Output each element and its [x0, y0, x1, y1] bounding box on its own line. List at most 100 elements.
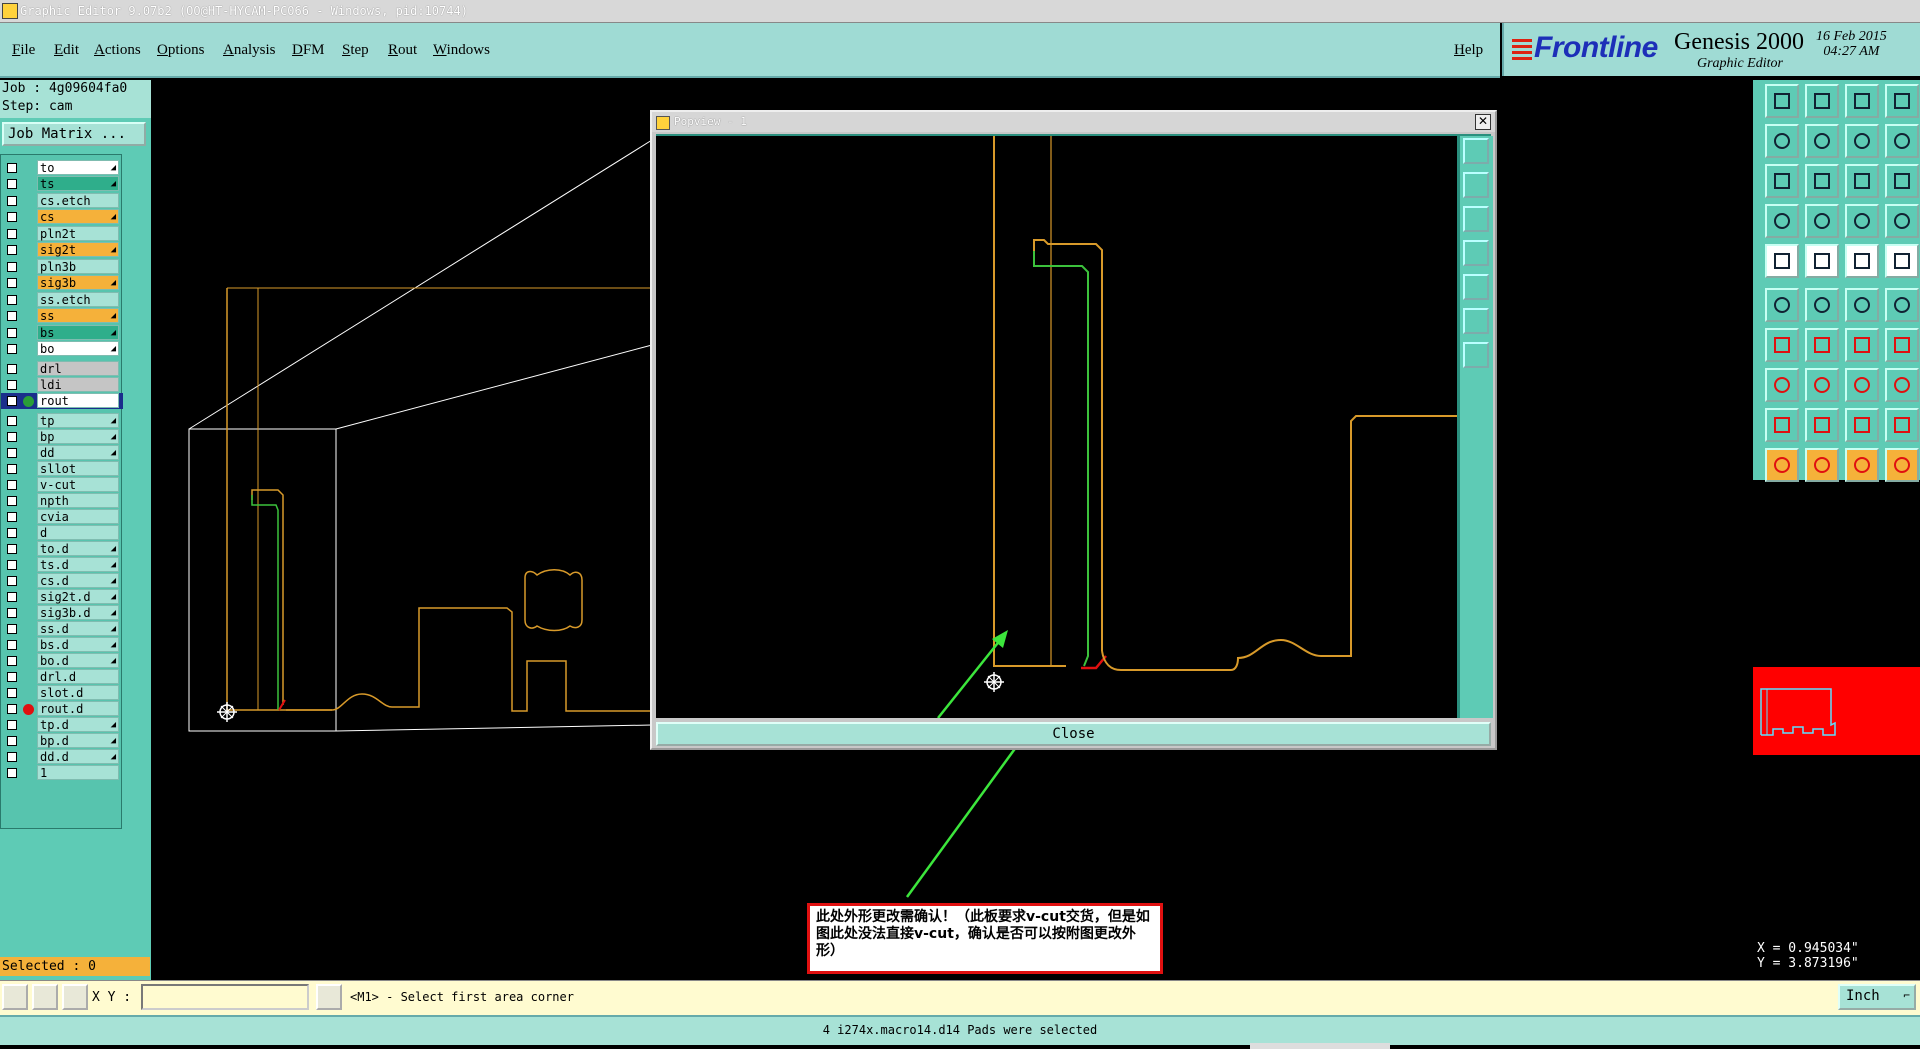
zoom-window-icon[interactable]	[1463, 138, 1489, 164]
route-alt-icon[interactable]	[1885, 204, 1919, 238]
layer-checkbox[interactable]	[7, 592, 17, 602]
layer-row[interactable]: rout.d	[1, 701, 123, 717]
layer-checkbox[interactable]	[7, 512, 17, 522]
layer-checkbox[interactable]	[7, 245, 17, 255]
layer-checkbox[interactable]	[7, 576, 17, 586]
duplicate-icon[interactable]	[1885, 368, 1919, 402]
zoom-in-icon[interactable]	[1463, 172, 1489, 198]
layer-name[interactable]: pln3b	[37, 259, 119, 274]
triangle-alt-icon[interactable]	[1805, 408, 1839, 442]
help-icon[interactable]	[1885, 164, 1919, 198]
layer-checkbox[interactable]	[7, 736, 17, 746]
layer-checkbox[interactable]	[7, 364, 17, 374]
zoom-home-icon[interactable]	[1463, 308, 1489, 334]
line-icon[interactable]	[1805, 244, 1839, 278]
arc-icon[interactable]	[1845, 328, 1879, 362]
layer-row[interactable]: bo ◢	[1, 341, 123, 357]
layer-row[interactable]: tp ◢	[1, 413, 123, 429]
layer-checkbox[interactable]	[7, 640, 17, 650]
layer-row[interactable]: sig2t ◢	[1, 242, 123, 258]
layer-name[interactable]: to ◢	[37, 160, 119, 175]
layer-name[interactable]: sig2t ◢	[37, 242, 119, 257]
layer-name[interactable]: 1	[37, 765, 119, 780]
layer-row[interactable]: cvia	[1, 509, 123, 525]
overview-minimap[interactable]	[1753, 667, 1920, 755]
layer-row[interactable]: sig3b.d ◢	[1, 605, 123, 621]
point-icon[interactable]	[1885, 244, 1919, 278]
layer-checkbox[interactable]	[7, 416, 17, 426]
pan-icon[interactable]	[1805, 164, 1839, 198]
layer-name[interactable]: bp ◢	[37, 429, 119, 444]
layer-row[interactable]: ss.d ◢	[1, 621, 123, 637]
layer-row[interactable]: pln3b	[1, 259, 123, 275]
layer-row[interactable]: bo.d ◢	[1, 653, 123, 669]
layer-name[interactable]: ss ◢	[37, 308, 119, 323]
layer-name[interactable]: v-cut	[37, 477, 119, 492]
layer-row[interactable]: to.d ◢	[1, 541, 123, 557]
home-icon[interactable]	[1845, 84, 1879, 118]
layer-checkbox[interactable]	[7, 768, 17, 778]
scale-icon[interactable]	[1845, 164, 1879, 198]
layer-checkbox[interactable]	[7, 704, 17, 714]
layer-row[interactable]: dd ◢	[1, 445, 123, 461]
split-icon[interactable]	[1805, 368, 1839, 402]
snap-icon[interactable]	[1885, 124, 1919, 158]
layer-row[interactable]: rout	[1, 393, 123, 409]
layer-name[interactable]: sig3b.d ◢	[37, 605, 119, 620]
layer-name[interactable]: sllot	[37, 461, 119, 476]
popview-close-button[interactable]: Close	[656, 722, 1491, 746]
layer-checkbox[interactable]	[7, 432, 17, 442]
layer-checkbox[interactable]	[7, 328, 17, 338]
zoom-fit-icon[interactable]	[1765, 164, 1799, 198]
popview-close-icon[interactable]: ✕	[1475, 114, 1491, 130]
triangle-icon[interactable]	[1765, 408, 1799, 442]
layer-row[interactable]: pln2t	[1, 226, 123, 242]
layer-row[interactable]: bp.d ◢	[1, 733, 123, 749]
menu-file[interactable]: File	[12, 42, 35, 59]
layer-row[interactable]: v-cut	[1, 477, 123, 493]
layer-name[interactable]: bo ◢	[37, 341, 119, 356]
layer-name[interactable]: bs.d ◢	[37, 637, 119, 652]
layer-checkbox[interactable]	[7, 608, 17, 618]
info-icon[interactable]	[316, 984, 342, 1010]
open-icon[interactable]	[1805, 84, 1839, 118]
properties-icon[interactable]	[1765, 204, 1799, 238]
pointer-rotate-icon[interactable]	[1845, 448, 1879, 482]
prev-icon[interactable]	[1765, 124, 1799, 158]
layer-name[interactable]: ldi	[37, 377, 119, 392]
layer-row[interactable]: ss ◢	[1, 308, 123, 324]
layer-row[interactable]: cs.etch	[1, 193, 123, 209]
slope-icon[interactable]	[1805, 328, 1839, 362]
layer-row[interactable]: 1	[1, 765, 123, 781]
job-matrix-button[interactable]: Job Matrix ...	[2, 122, 146, 146]
layer-name[interactable]: slot.d	[37, 685, 119, 700]
pan-right-icon[interactable]	[1463, 274, 1489, 300]
layer-row[interactable]: ts ◢	[1, 176, 123, 192]
delete-node-icon[interactable]	[1805, 288, 1839, 322]
layer-checkbox[interactable]	[7, 262, 17, 272]
select-mode-icon[interactable]	[2, 984, 28, 1010]
layer-row[interactable]: drl.d	[1, 669, 123, 685]
layer-checkbox[interactable]	[7, 380, 17, 390]
layer-checkbox[interactable]	[7, 560, 17, 570]
layer-name[interactable]: dd ◢	[37, 445, 119, 460]
layer-name[interactable]: cs.etch	[37, 193, 119, 208]
mirror-icon[interactable]	[1885, 328, 1919, 362]
layer-name[interactable]: tp.d ◢	[37, 717, 119, 732]
layer-row[interactable]: sig3b ◢	[1, 275, 123, 291]
layer-checkbox[interactable]	[7, 295, 17, 305]
layer-checkbox[interactable]	[7, 179, 17, 189]
angle-icon[interactable]	[1765, 328, 1799, 362]
layer-name[interactable]: cvia	[37, 509, 119, 524]
layer-name[interactable]: rout.d	[37, 701, 119, 716]
layer-row[interactable]: sllot	[1, 461, 123, 477]
layer-name[interactable]: npth	[37, 493, 119, 508]
layer-checkbox[interactable]	[7, 688, 17, 698]
layer-checkbox[interactable]	[7, 720, 17, 730]
layer-name[interactable]: bp.d ◢	[37, 733, 119, 748]
layer-row[interactable]: sig2t.d ◢	[1, 589, 123, 605]
pointer-icon[interactable]	[1765, 448, 1799, 482]
pad-icon[interactable]	[1765, 244, 1799, 278]
menu-help[interactable]: Help	[1454, 42, 1483, 59]
xy-input[interactable]	[141, 984, 309, 1010]
